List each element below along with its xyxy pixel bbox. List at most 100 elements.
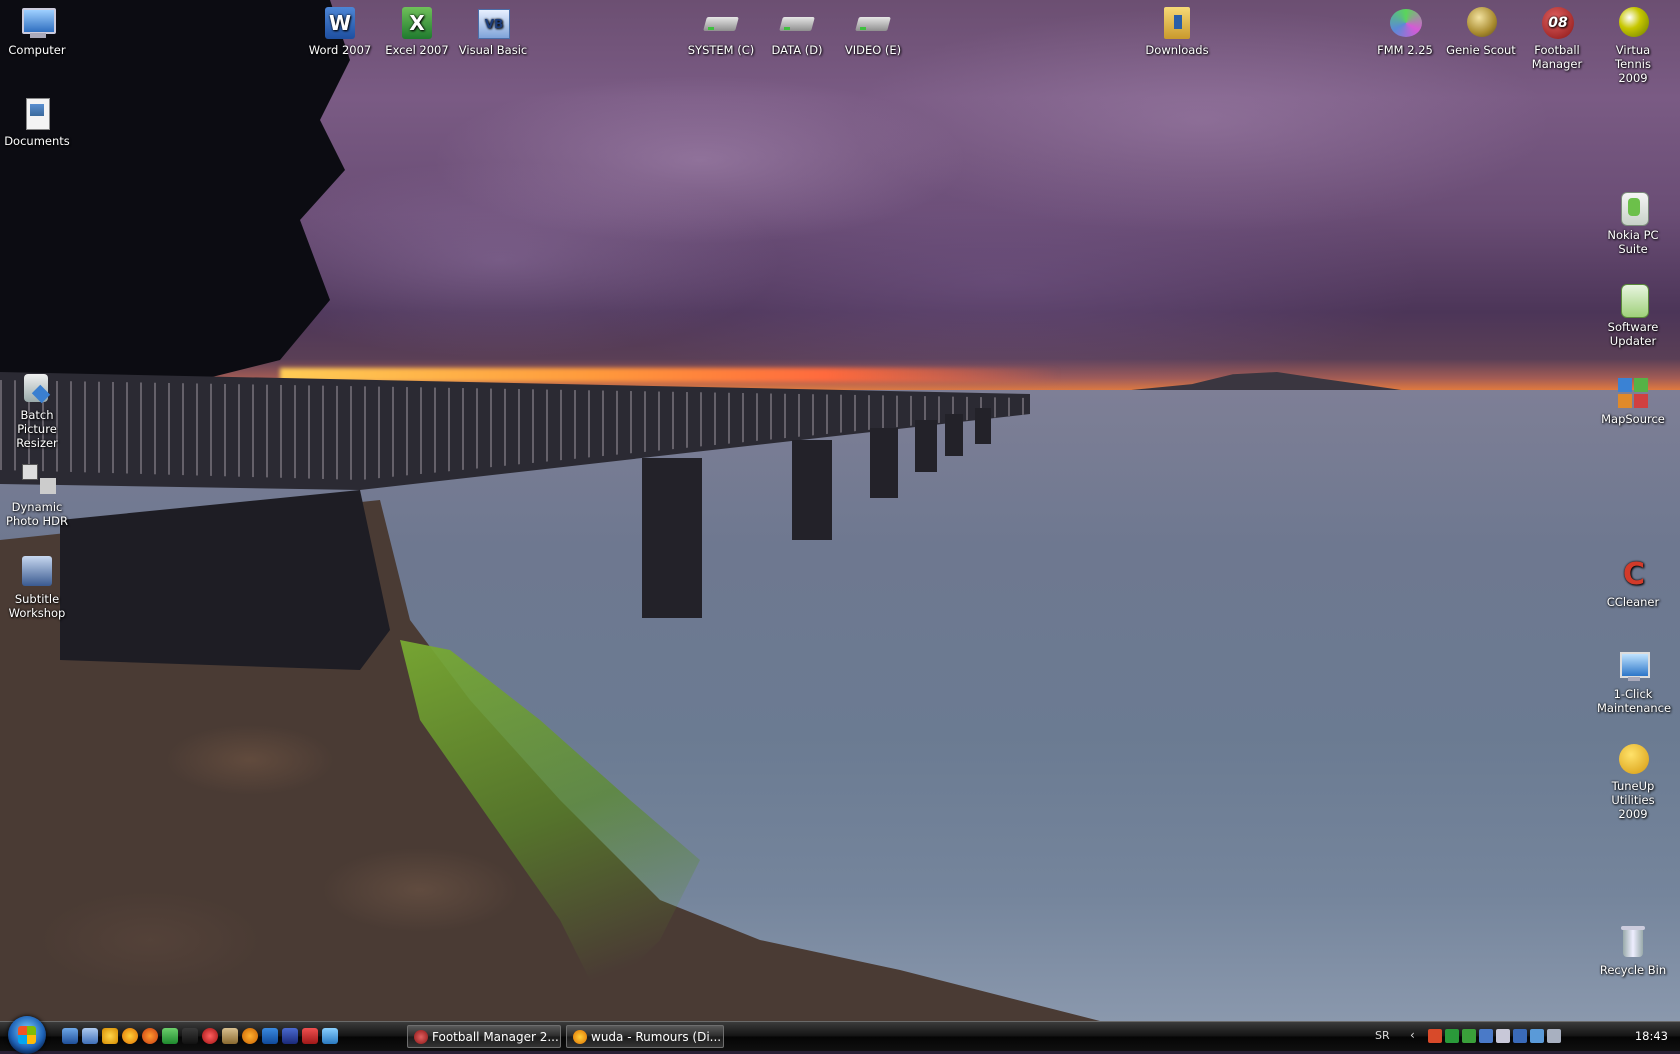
tray-icons [1428,1029,1561,1043]
desktop-icon-dynamic-photo-hdr[interactable]: Dynamic Photo HDR [1,462,73,528]
desktop-icon-label: VIDEO (E) [844,43,902,57]
app-icon[interactable] [182,1028,198,1044]
desktop-icon-label: FMM 2.25 [1377,43,1433,57]
desktop-icon-label: Downloads [1145,43,1209,57]
desktop-icon-label: SYSTEM (C) [687,43,755,57]
desktop-icon-recycle-bin[interactable]: Recycle Bin [1597,925,1669,977]
documents-icon [18,96,56,132]
system-tray: SR ‹ 18:43 [1350,1022,1680,1051]
desktop-icon-label: TuneUp Utilities 2009 [1611,779,1655,821]
desktop-icon-video-drive[interactable]: VIDEO (E) [837,5,909,57]
taskbar-button-browser[interactable]: wuda - Rumours (Di... [566,1025,724,1048]
desktop-icon-nokia-pc-suite[interactable]: Nokia PC Suite [1597,190,1669,256]
desktop-icon-label: Subtitle Workshop [8,592,66,620]
word-icon [321,5,359,41]
desktop-icon-computer[interactable]: Computer [1,5,73,57]
wallpaper-pier-pile [945,414,963,456]
switch-windows-icon[interactable] [82,1028,98,1044]
taskbar-button-label: wuda - Rumours (Di... [591,1030,722,1044]
desktop-icon-label: Batch Picture Resizer [16,408,58,450]
desktop-icon-label: Recycle Bin [1599,963,1667,977]
app-icon[interactable] [222,1028,238,1044]
desktop-icon-label: Genie Scout [1446,43,1516,57]
desktop-icon-label: Football Manager [1531,43,1583,71]
desktop-icon-label: Virtua Tennis 2009 [1615,43,1651,85]
app-icon[interactable] [262,1028,278,1044]
desktop-icon-word-2007[interactable]: Word 2007 [304,5,376,57]
desktop-icon-visual-basic[interactable]: Visual Basic [457,5,529,57]
desktop-icon-software-updater[interactable]: Software Updater [1597,282,1669,348]
subtitle-workshop-icon [18,554,56,590]
maintenance-icon [1614,649,1652,685]
tray-app-icon[interactable] [1428,1029,1442,1043]
volume-icon[interactable] [1547,1029,1561,1043]
desktop-icon-label: Word 2007 [308,43,372,57]
network-icon[interactable] [1530,1029,1544,1043]
desktop-icon-label: CCleaner [1606,595,1660,609]
batch-picture-resizer-icon [18,370,56,406]
genie-scout-icon [1462,5,1500,41]
windows-logo-icon [18,1026,36,1044]
desktop-icon-excel-2007[interactable]: Excel 2007 [381,5,453,57]
desktop-icon-ccleaner[interactable]: CCleaner [1597,557,1669,609]
wallpaper-tree [0,0,350,380]
wallpaper-pier-pile [792,440,832,540]
desktop-icon-label: DATA (D) [771,43,823,57]
tray-app-icon[interactable] [1513,1029,1527,1043]
tray-app-icon[interactable] [1496,1029,1510,1043]
tray-app-icon[interactable] [1479,1029,1493,1043]
desktop-icon-subtitle-workshop[interactable]: Subtitle Workshop [1,554,73,620]
wallpaper-sunset-glow [280,368,1060,382]
drive-icon [778,5,816,41]
desktop-icon-downloads[interactable]: Downloads [1141,5,1213,57]
browser-icon[interactable] [122,1028,138,1044]
desktop-icon-fmm[interactable]: FMM 2.25 [1369,5,1441,57]
language-indicator[interactable]: SR [1375,1029,1390,1042]
tray-app-icon[interactable] [1462,1029,1476,1043]
app-icon[interactable] [102,1028,118,1044]
desktop-icon-virtua-tennis[interactable]: Virtua Tennis 2009 [1597,5,1669,85]
computer-icon [18,5,56,41]
drive-icon [702,5,740,41]
show-desktop-icon[interactable] [62,1028,78,1044]
clock[interactable]: 18:43 [1635,1029,1668,1043]
desktop-icon-genie-scout[interactable]: Genie Scout [1445,5,1517,57]
app-icon[interactable] [282,1028,298,1044]
software-updater-icon [1614,282,1652,318]
desktop-icon-football-manager[interactable]: Football Manager [1521,5,1593,71]
visual-basic-icon [474,5,512,41]
desktop-icon-1-click-maintenance[interactable]: 1-Click Maintenance [1597,649,1671,715]
desktop-wallpaper [0,0,1680,1021]
quick-launch-bar [62,1028,338,1046]
desktop-icon-label: Dynamic Photo HDR [6,500,68,528]
desktop-icon-data-drive[interactable]: DATA (D) [761,5,833,57]
desktop-icon-batch-picture-resizer[interactable]: Batch Picture Resizer [1,370,73,450]
firefox-icon[interactable] [142,1028,158,1044]
tray-app-icon[interactable] [1445,1029,1459,1043]
app-icon[interactable] [202,1028,218,1044]
desktop-icon-system-drive[interactable]: SYSTEM (C) [685,5,757,57]
wallpaper-pier-pile [915,420,937,472]
desktop-icon-label: Nokia PC Suite [1607,228,1659,256]
desktop-icon-label: Software Updater [1607,320,1659,348]
app-icon[interactable] [322,1028,338,1044]
mapsource-icon [1614,374,1652,410]
show-hidden-icons-chevron-icon[interactable]: ‹ [1410,1028,1415,1042]
wallpaper-pier-pile [870,428,898,498]
start-button[interactable] [8,1016,46,1054]
taskbar-button-label: Football Manager 2... [432,1030,559,1044]
desktop-icon-label: Visual Basic [458,43,528,57]
desktop-icon-label: Documents [4,134,70,148]
desktop-icon-label: Computer [8,43,66,57]
taskbar-button-football-manager[interactable]: Football Manager 2... [407,1025,561,1048]
app-icon[interactable] [242,1028,258,1044]
fmm-icon [1386,5,1424,41]
excel-icon [398,5,436,41]
app-icon[interactable] [302,1028,318,1044]
desktop-icon-label: Excel 2007 [385,43,449,57]
app-icon[interactable] [162,1028,178,1044]
desktop-icon-mapsource[interactable]: MapSource [1597,374,1669,426]
desktop-icon-tuneup-utilities[interactable]: TuneUp Utilities 2009 [1597,741,1669,821]
football-manager-icon [414,1030,428,1044]
desktop-icon-documents[interactable]: Documents [1,96,73,148]
